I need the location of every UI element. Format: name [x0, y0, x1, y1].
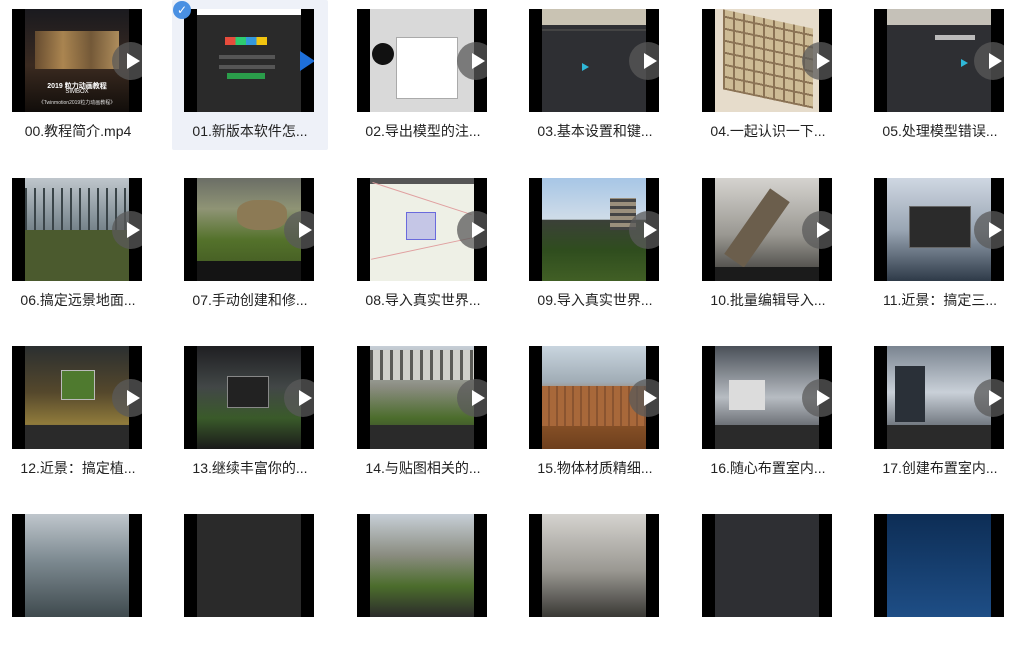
video-thumbnail: [184, 9, 314, 112]
video-item-00[interactable]: 2019 粒力动画教程 SIMBOX 《Twinmotion2019粒力动画教程…: [0, 0, 156, 150]
video-thumbnail: [529, 514, 659, 617]
play-icon: [457, 210, 487, 249]
video-item-10[interactable]: 10.批量编辑导入...: [690, 169, 846, 319]
video-thumbnail: [529, 9, 659, 112]
video-filename: 13.继续丰富你的...: [192, 460, 308, 476]
video-item-13[interactable]: 13.继续丰富你的...: [172, 337, 328, 487]
video-thumbnail: [357, 346, 487, 449]
video-thumbnail: [184, 514, 314, 617]
video-item-22[interactable]: [690, 505, 846, 655]
play-icon: [457, 41, 487, 80]
video-filename: 15.物体材质精细...: [537, 460, 653, 476]
play-icon: [802, 210, 832, 249]
thumbnail-frame: [715, 514, 819, 617]
play-icon: [974, 210, 1004, 249]
video-item-04[interactable]: 04.一起认识一下...: [690, 0, 846, 150]
video-item-16[interactable]: 16.随心布置室内...: [690, 337, 846, 487]
video-filename: 04.一起认识一下...: [710, 123, 826, 139]
video-item-15[interactable]: 15.物体材质精细...: [517, 337, 673, 487]
video-item-21[interactable]: [517, 505, 673, 655]
video-thumbnail: [702, 9, 832, 112]
video-filename: 10.批量编辑导入...: [710, 292, 826, 308]
video-thumbnail: [874, 9, 1004, 112]
play-icon: [112, 210, 142, 249]
play-icon: [802, 378, 832, 417]
video-filename: 05.处理模型错误...: [882, 123, 998, 139]
video-thumbnail: [12, 178, 142, 281]
play-icon: [284, 210, 314, 249]
thumbnail-frame: [25, 514, 129, 617]
video-item-07[interactable]: 07.手动创建和修...: [172, 169, 328, 319]
video-item-20[interactable]: [345, 505, 501, 655]
video-item-02[interactable]: 02.导出模型的注...: [345, 0, 501, 150]
video-item-05[interactable]: 05.处理模型错误...: [862, 0, 1018, 150]
video-thumbnail: [874, 514, 1004, 617]
video-filename: 06.搞定远景地面...: [20, 292, 136, 308]
play-icon: [112, 378, 142, 417]
video-item-23[interactable]: [862, 505, 1018, 655]
video-filename: 12.近景：搞定植...: [20, 460, 136, 476]
play-icon: [974, 41, 1004, 80]
video-item-06[interactable]: 06.搞定远景地面...: [0, 169, 156, 319]
video-item-09[interactable]: 09.导入真实世界...: [517, 169, 673, 319]
video-thumbnail: [874, 178, 1004, 281]
check-icon[interactable]: ✓: [173, 1, 191, 19]
video-thumbnail: [874, 346, 1004, 449]
play-icon: [284, 42, 314, 80]
video-filename: 08.导入真实世界...: [365, 292, 481, 308]
video-item-14[interactable]: 14.与贴图相关的...: [345, 337, 501, 487]
video-filename: 09.导入真实世界...: [537, 292, 653, 308]
video-thumbnail: [357, 514, 487, 617]
thumbnail-frame: [370, 514, 474, 617]
video-thumbnail: [12, 514, 142, 617]
video-item-11[interactable]: 11.近景：搞定三...: [862, 169, 1018, 319]
play-icon: [629, 41, 659, 80]
thumb-subtitle-2: 《Twinmotion2019粒力动画教程》: [38, 100, 116, 106]
video-filename: 14.与贴图相关的...: [365, 460, 481, 476]
video-thumbnail: 2019 粒力动画教程 SIMBOX 《Twinmotion2019粒力动画教程…: [12, 9, 142, 112]
video-thumbnail: [702, 514, 832, 617]
video-filename: 02.导出模型的注...: [365, 123, 481, 139]
thumbnail-frame: [542, 514, 646, 617]
video-thumbnail: [184, 178, 314, 281]
thumbnail-frame: [887, 514, 991, 617]
video-filename: 00.教程简介.mp4: [24, 123, 132, 139]
video-thumbnail-grid: 2019 粒力动画教程 SIMBOX 《Twinmotion2019粒力动画教程…: [0, 0, 1022, 617]
video-thumbnail: [702, 178, 832, 281]
play-icon: [284, 378, 314, 417]
play-icon: [457, 378, 487, 417]
video-item-01[interactable]: ✓ 01.新版本软件怎...: [172, 0, 328, 150]
video-thumbnail: [529, 178, 659, 281]
play-icon: [974, 378, 1004, 417]
video-thumbnail: [184, 346, 314, 449]
video-thumbnail: [702, 346, 832, 449]
video-item-12[interactable]: 12.近景：搞定植...: [0, 337, 156, 487]
video-item-08[interactable]: 08.导入真实世界...: [345, 169, 501, 319]
video-item-19[interactable]: [172, 505, 328, 655]
video-thumbnail: [12, 346, 142, 449]
play-icon: [629, 210, 659, 249]
play-icon: [629, 378, 659, 417]
video-item-03[interactable]: 03.基本设置和键...: [517, 0, 673, 150]
video-filename: 17.创建布置室内...: [882, 460, 998, 476]
video-thumbnail: [357, 178, 487, 281]
video-thumbnail: [357, 9, 487, 112]
video-filename: 16.随心布置室内...: [710, 460, 826, 476]
thumb-subtitle: SIMBOX: [65, 89, 89, 95]
video-thumbnail: [529, 346, 659, 449]
video-filename: 07.手动创建和修...: [192, 292, 308, 308]
video-item-17[interactable]: 17.创建布置室内...: [862, 337, 1018, 487]
video-item-18[interactable]: [0, 505, 156, 655]
thumbnail-frame: [197, 514, 301, 617]
video-filename: 01.新版本软件怎...: [192, 123, 308, 139]
play-icon: [802, 41, 832, 80]
play-icon: [112, 41, 142, 80]
video-filename: 11.近景：搞定三...: [882, 292, 998, 308]
video-filename: 03.基本设置和键...: [537, 123, 653, 139]
